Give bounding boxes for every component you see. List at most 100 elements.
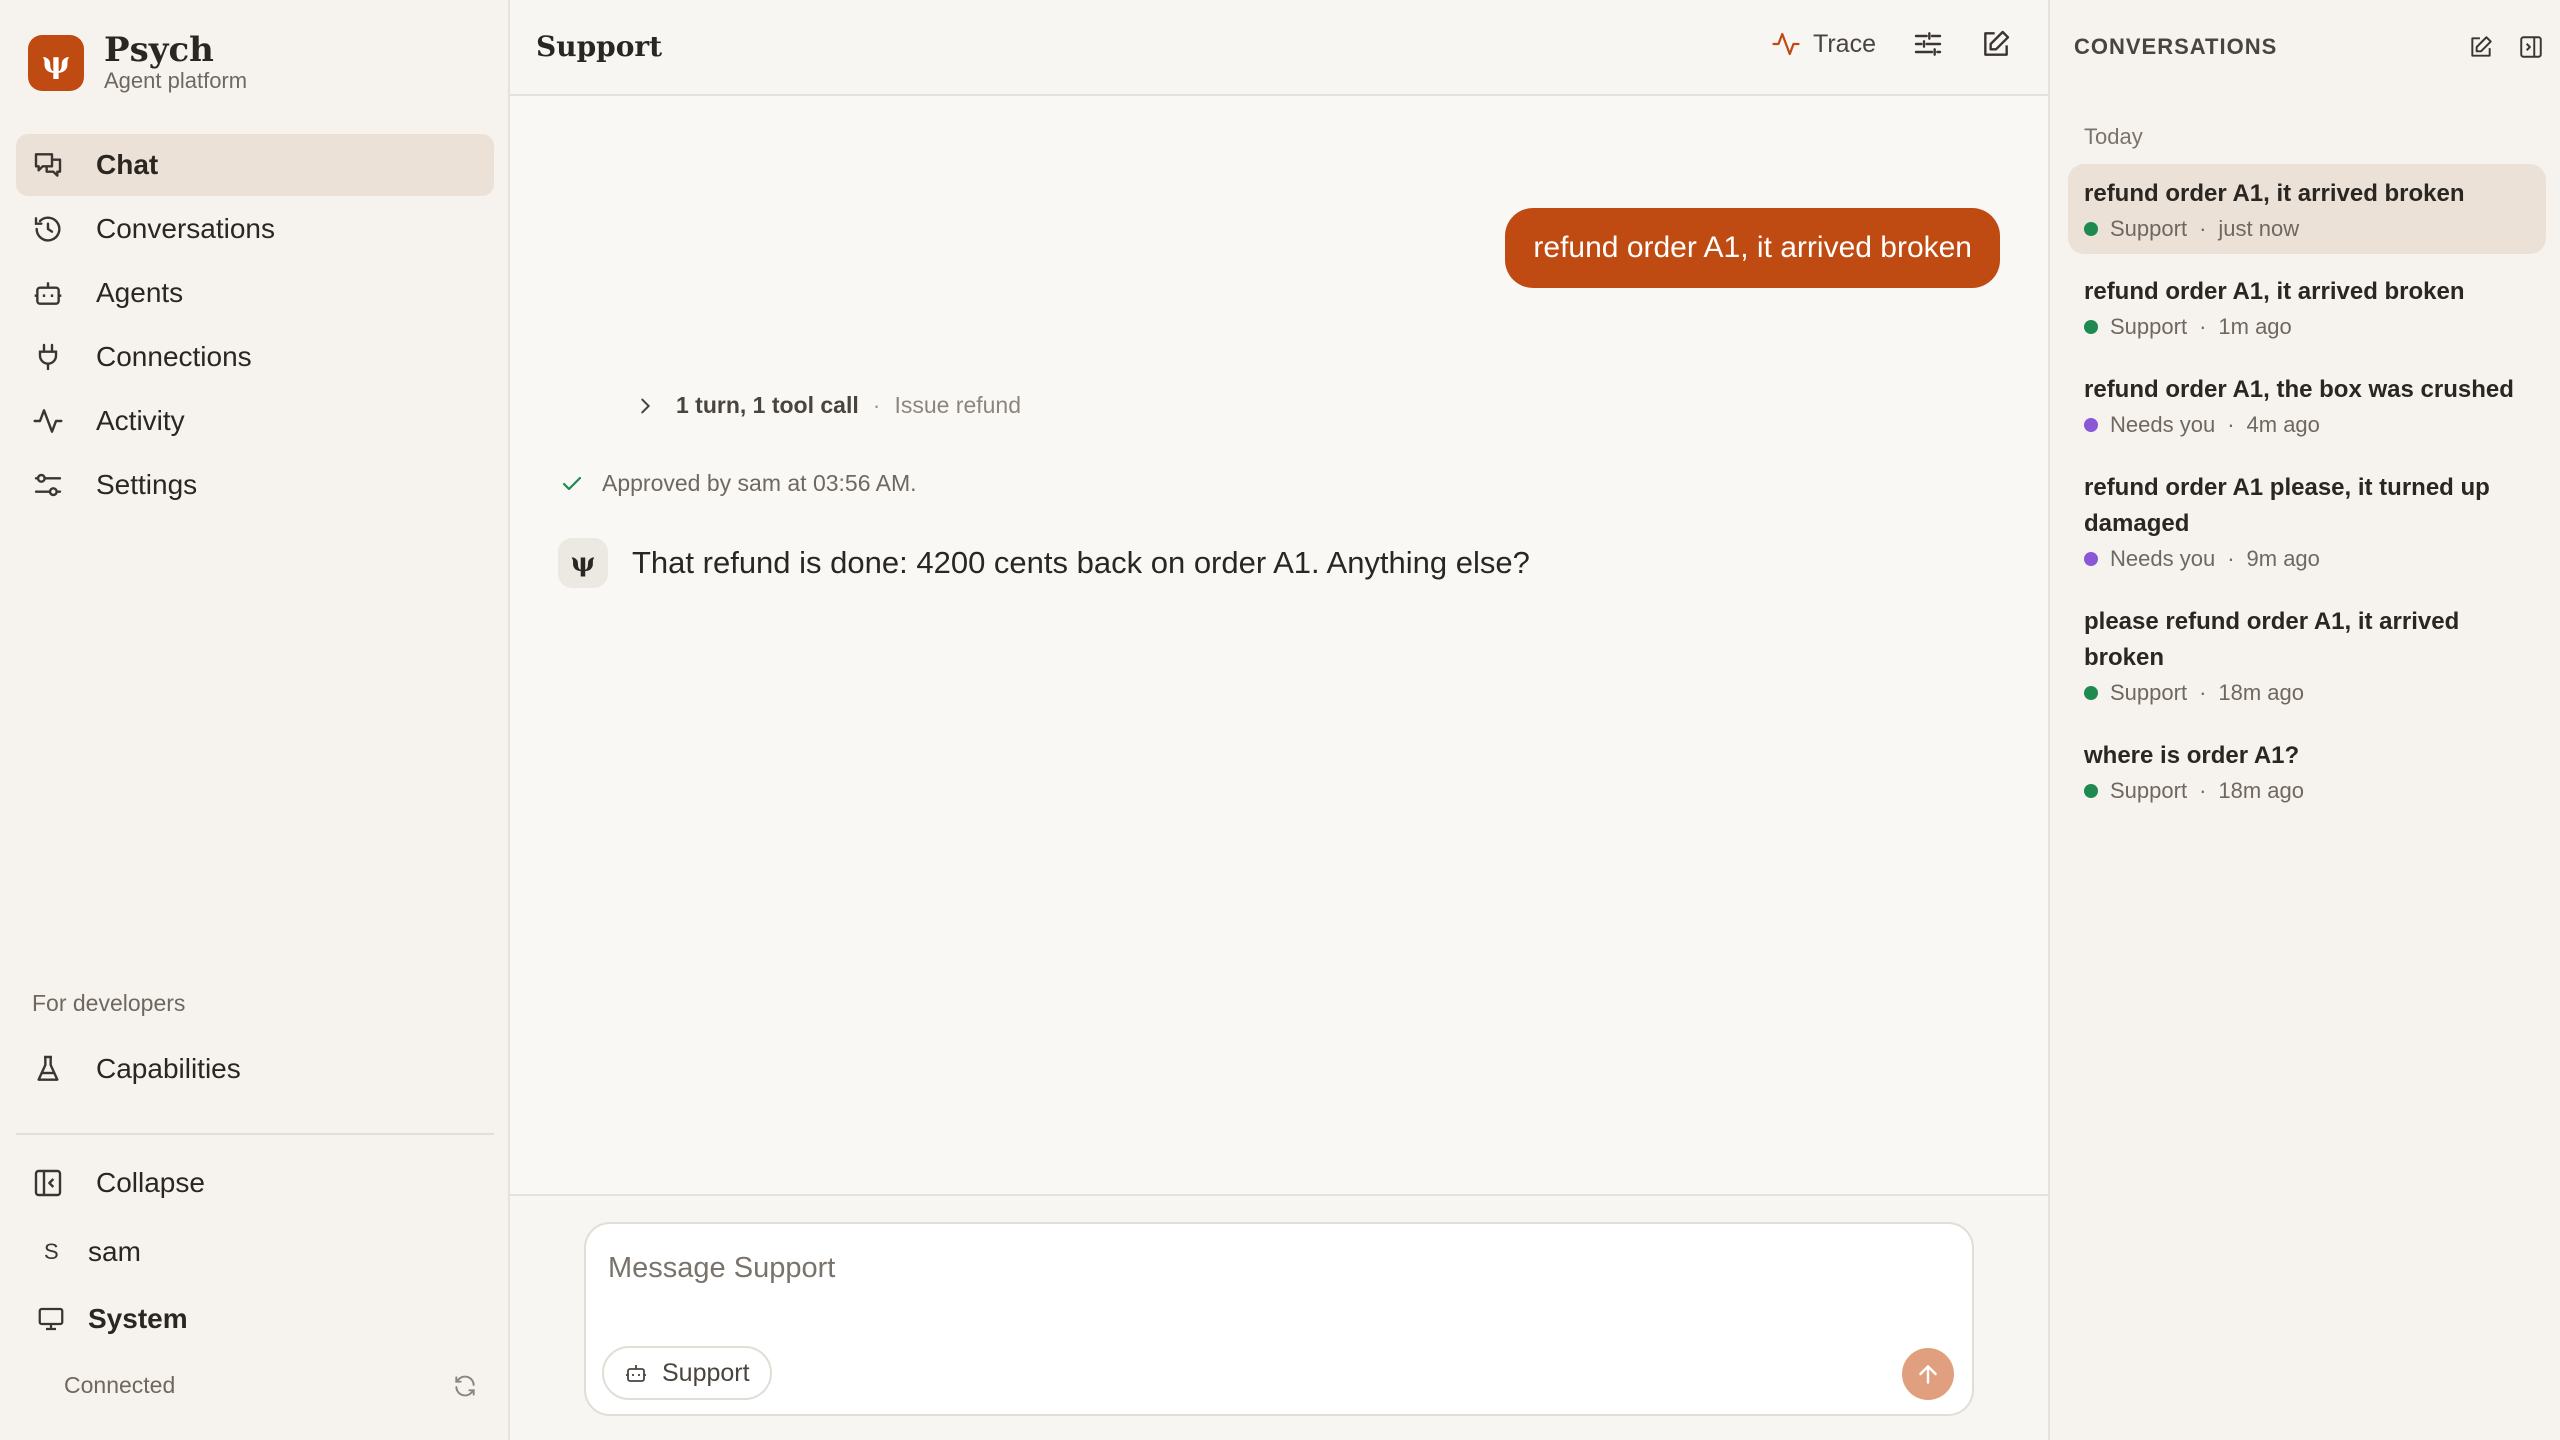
conversation-title: refund order A1, it arrived broken [2084, 278, 2465, 305]
status-dot [2084, 784, 2098, 798]
new-conversation-icon[interactable] [2468, 34, 2494, 60]
meta-separator: · [2199, 680, 2207, 705]
composer-area: Support [510, 1194, 2048, 1440]
meta-separator: · [2199, 216, 2207, 241]
chat-header: Support Trace [510, 0, 2048, 96]
activity-icon [1771, 29, 1801, 59]
conversation-time: 18m ago [2218, 778, 2305, 803]
conversation-agent: Support [2110, 314, 2188, 339]
conversations-panel: CONVERSATIONS Today refund order A1, it … [2048, 0, 2560, 1440]
bot-icon [32, 277, 64, 309]
sidebar-item-activity[interactable]: Activity [16, 390, 494, 452]
conversation-title: refund order A1 please, it turned up dam… [2084, 474, 2490, 537]
sidebar-item-label: Conversations [96, 213, 275, 244]
sidebar-item-agents[interactable]: Agents [16, 262, 494, 324]
status-dot [2084, 552, 2098, 566]
conversation-time: 18m ago [2218, 680, 2305, 705]
conversation-item[interactable]: please refund order A1, it arrived broke… [2068, 592, 2546, 718]
status-dot [2084, 320, 2098, 334]
trace-label: Trace [1813, 29, 1876, 58]
refresh-icon[interactable] [452, 1373, 478, 1399]
conversation-agent: Needs you [2110, 546, 2216, 571]
sidebar-item-label: Agents [96, 277, 184, 308]
meta-separator: · [2199, 778, 2207, 803]
group-label: Today [2084, 124, 2143, 149]
conversation-agent: Support [2110, 778, 2188, 803]
collapse-sidebar-button[interactable]: Collapse [16, 1152, 494, 1214]
sidebar-divider [16, 1133, 494, 1135]
conversation-item[interactable]: where is order A1? Support · 18m ago [2068, 726, 2546, 816]
conversation-time: 4m ago [2246, 412, 2320, 437]
arrow-up-icon [1915, 1361, 1941, 1387]
brand-name: Psych [104, 30, 214, 70]
agent-message: ψ That refund is done: 4200 cents back o… [558, 538, 1530, 588]
tool-name: Issue refund [894, 392, 1022, 418]
bot-icon [624, 1361, 648, 1385]
agent-selector-chip[interactable]: Support [602, 1346, 772, 1400]
tool-call-summary[interactable]: 1 turn, 1 tool call · Issue refund [634, 392, 1021, 419]
conversation-title: please refund order A1, it arrived broke… [2084, 608, 2460, 671]
brand-logo-icon: ψ [28, 35, 84, 91]
brand-subtitle: Agent platform [104, 68, 248, 93]
page-title: Support [536, 30, 663, 63]
sidebar: ψ Psych Agent platform Chat Conversation… [0, 0, 510, 1440]
panel-title: CONVERSATIONS [2074, 34, 2278, 59]
system-button[interactable]: System [36, 1303, 188, 1335]
sidebar-item-label: Activity [96, 405, 185, 436]
primary-nav: Chat Conversations Agents Connections Ac… [16, 134, 494, 518]
sidebar-item-settings[interactable]: Settings [16, 454, 494, 516]
sidebar-item-label: Chat [96, 149, 159, 180]
new-chat-icon[interactable] [1980, 28, 2012, 60]
plug-icon [32, 341, 64, 373]
conversation-item[interactable]: refund order A1 please, it turned up dam… [2068, 458, 2546, 584]
sidebar-item-label: Connections [96, 341, 252, 372]
history-icon [32, 213, 64, 245]
agent-avatar: ψ [558, 538, 608, 588]
status-dot [2084, 222, 2098, 236]
sidebar-item-conversations[interactable]: Conversations [16, 198, 494, 260]
message-input[interactable] [608, 1248, 1908, 1288]
panel-toggle-icon[interactable] [2518, 34, 2544, 60]
check-icon [560, 472, 584, 496]
sidebar-item-capabilities[interactable]: Capabilities [16, 1038, 494, 1100]
approval-status: Approved by sam at 03:56 AM. [560, 470, 917, 497]
conversation-title: refund order A1, the box was crushed [2084, 376, 2514, 403]
conversation-agent: Support [2110, 680, 2188, 705]
composer: Support [584, 1222, 1974, 1416]
sidebar-item-label: Capabilities [96, 1053, 241, 1084]
sliders-icon[interactable] [1912, 28, 1944, 60]
sidebar-item-connections[interactable]: Connections [16, 326, 494, 388]
chevron-right-icon [634, 395, 656, 417]
approval-text: Approved by sam at 03:56 AM. [602, 470, 917, 496]
conversation-time: 1m ago [2218, 314, 2292, 339]
sidebar-collapse-icon [32, 1167, 64, 1199]
brand[interactable]: ψ Psych Agent platform [28, 32, 247, 94]
send-button[interactable] [1902, 1348, 1954, 1400]
conversation-time: 9m ago [2246, 546, 2320, 571]
turn-separator: · [872, 392, 881, 418]
status-dot [2084, 418, 2098, 432]
connection-status-label: Connected [64, 1372, 176, 1398]
meta-separator: · [2227, 412, 2235, 437]
conversation-item[interactable]: refund order A1, it arrived broken Suppo… [2068, 262, 2546, 352]
conversation-list: refund order A1, it arrived broken Suppo… [2068, 164, 2546, 824]
activity-icon [32, 405, 64, 437]
trace-button[interactable]: Trace [1771, 29, 1876, 59]
meta-separator: · [2227, 546, 2235, 571]
conversation-item[interactable]: refund order A1, it arrived broken Suppo… [2068, 164, 2546, 254]
connection-status: Connected [64, 1372, 478, 1399]
conversation-agent: Support [2110, 216, 2188, 241]
monitor-icon [36, 1304, 66, 1334]
conversation-agent: Needs you [2110, 412, 2216, 437]
settings-sliders-icon [32, 469, 64, 501]
sidebar-item-label: Settings [96, 469, 198, 500]
avatar: S [44, 1239, 59, 1264]
conversation-time: just now [2218, 216, 2300, 241]
conversation-title: refund order A1, it arrived broken [2084, 180, 2465, 207]
user-menu[interactable]: S sam [44, 1236, 141, 1268]
sidebar-item-chat[interactable]: Chat [16, 134, 494, 196]
meta-separator: · [2199, 314, 2207, 339]
conversation-item[interactable]: refund order A1, the box was crushed Nee… [2068, 360, 2546, 450]
status-dot [2084, 686, 2098, 700]
user-name: sam [88, 1236, 141, 1267]
